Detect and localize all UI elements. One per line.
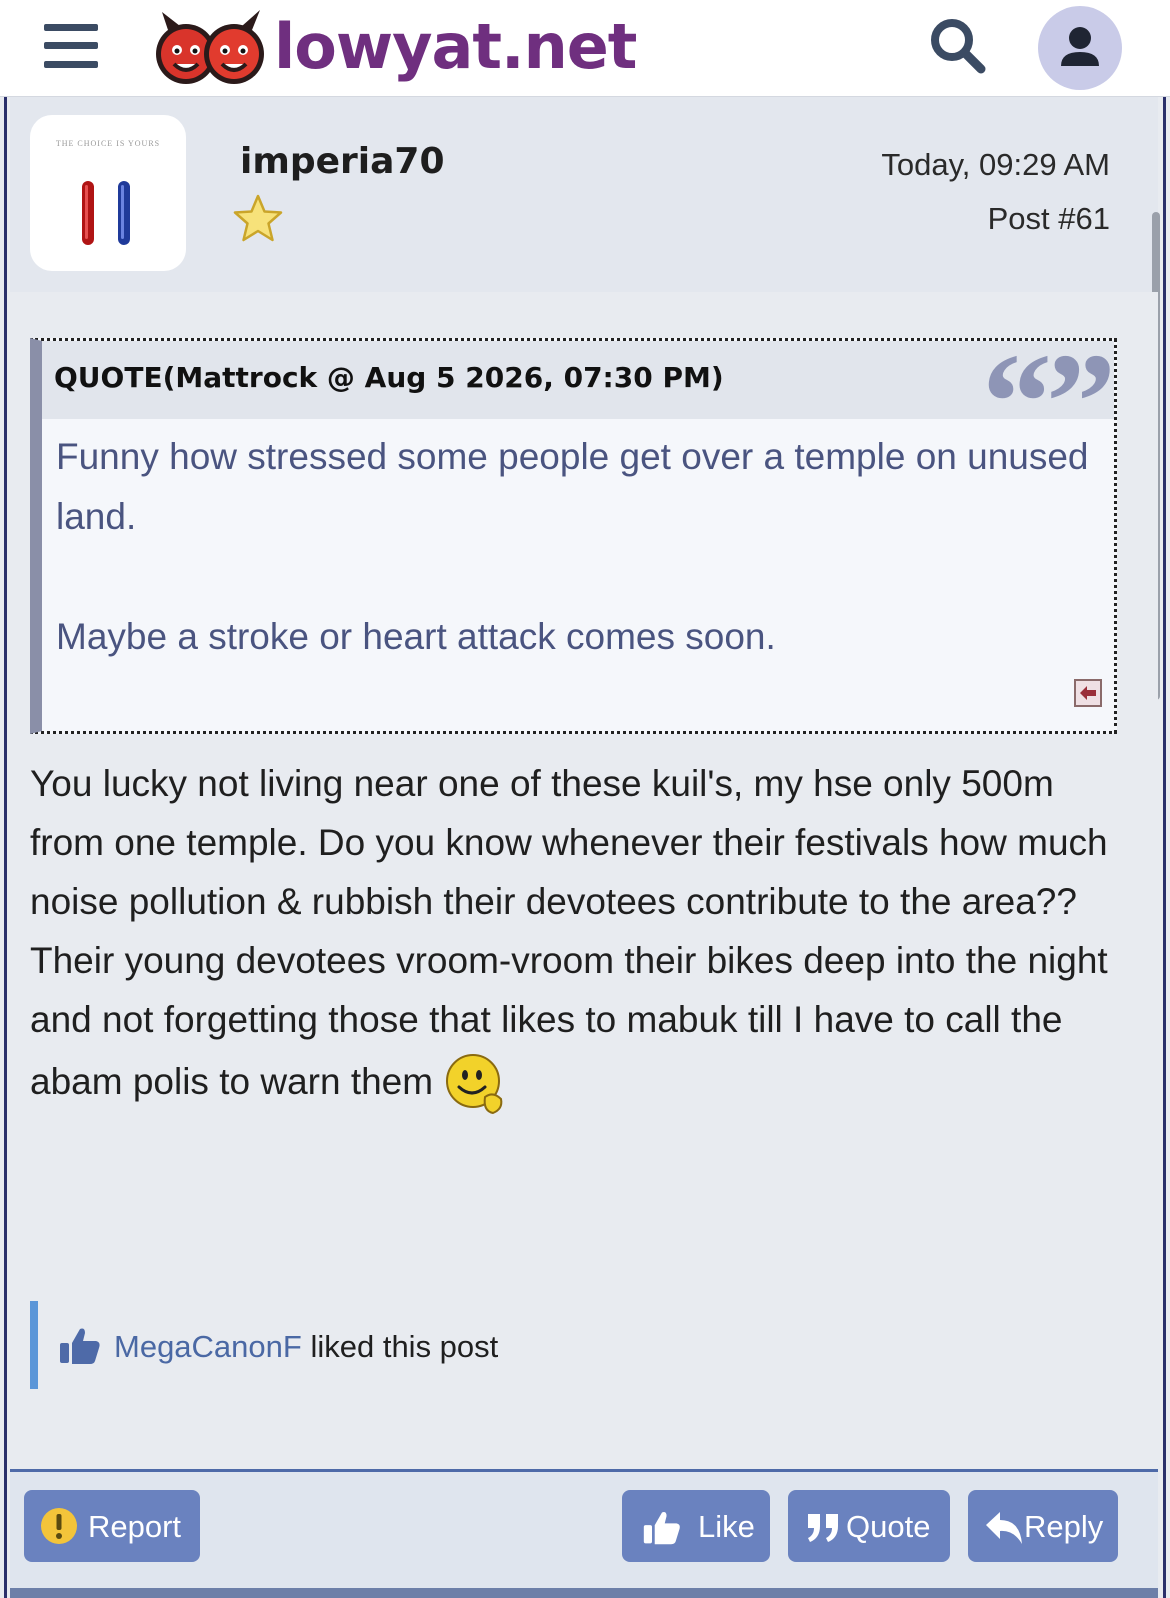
- site-name: lowyat.net: [274, 10, 637, 83]
- post-line: noise pollution & rubbish their devotees…: [30, 881, 1108, 981]
- post-line-last: and not forgetting those that likes to m…: [30, 990, 1120, 1119]
- quote-title: QUOTE(Mattrock @ Aug 5 2026, 07:30 PM): [54, 361, 724, 394]
- post-timestamp: Today, 09:29 AM: [881, 147, 1110, 182]
- user-icon: [1061, 27, 1099, 66]
- red-blue-pill-image: [82, 181, 130, 245]
- account-button[interactable]: [1038, 6, 1122, 90]
- quote-button[interactable]: Quote: [788, 1490, 950, 1562]
- post-header: THE CHOICE IS YOURS imperia70 Today, 09:…: [10, 97, 1158, 294]
- reply-label: Reply: [1024, 1509, 1104, 1544]
- like-button[interactable]: Like: [622, 1490, 770, 1562]
- quote-block: QUOTE(Mattrock @ Aug 5 2026, 07:30 PM) “…: [30, 333, 1117, 734]
- quote-label: Quote: [846, 1509, 931, 1544]
- post-line: You lucky not living near one of these k…: [30, 763, 1108, 863]
- post-message: You lucky not living near one of these k…: [30, 754, 1120, 1119]
- report-button[interactable]: Report: [24, 1490, 200, 1562]
- view-original-post-icon[interactable]: [1074, 679, 1102, 707]
- smiley-waving-icon: [446, 1054, 503, 1115]
- site-logo[interactable]: lowyat.net: [150, 6, 637, 92]
- likes-summary: MegaCanonF liked this post: [30, 1301, 538, 1389]
- next-post-edge: [10, 1588, 1158, 1598]
- quote-icon: [808, 1514, 838, 1542]
- post-actions: Report Like Quote Reply: [10, 1469, 1158, 1592]
- top-bar: lowyat.net: [0, 0, 1170, 97]
- rank-star-icon: [233, 194, 283, 242]
- reply-icon: [986, 1512, 1022, 1544]
- report-label: Report: [88, 1509, 182, 1544]
- likes-text: MegaCanonF liked this post: [114, 1329, 498, 1365]
- post-line: and not forgetting those that likes to m…: [30, 999, 1063, 1102]
- liker-username-link[interactable]: MegaCanonF: [114, 1329, 302, 1364]
- likes-suffix: liked this post: [301, 1329, 499, 1364]
- thumbs-up-icon: [643, 1512, 680, 1545]
- devil-mascot-icon: [156, 10, 264, 84]
- warning-icon: [41, 1508, 77, 1544]
- quote-text: Funny how stressed some people get over …: [56, 436, 1089, 657]
- like-label: Like: [698, 1509, 755, 1544]
- thumbs-up-icon: [60, 1328, 100, 1364]
- hamburger-menu-icon[interactable]: [44, 22, 98, 70]
- username[interactable]: imperia70: [240, 141, 445, 182]
- search-icon[interactable]: [928, 16, 988, 76]
- quote-header: QUOTE(Mattrock @ Aug 5 2026, 07:30 PM) “…: [42, 333, 1116, 473]
- post-number-link[interactable]: Post #61: [988, 201, 1110, 237]
- post-body: QUOTE(Mattrock @ Aug 5 2026, 07:30 PM) “…: [10, 292, 1158, 1469]
- user-avatar[interactable]: THE CHOICE IS YOURS: [30, 115, 186, 271]
- reply-button[interactable]: Reply: [968, 1490, 1118, 1562]
